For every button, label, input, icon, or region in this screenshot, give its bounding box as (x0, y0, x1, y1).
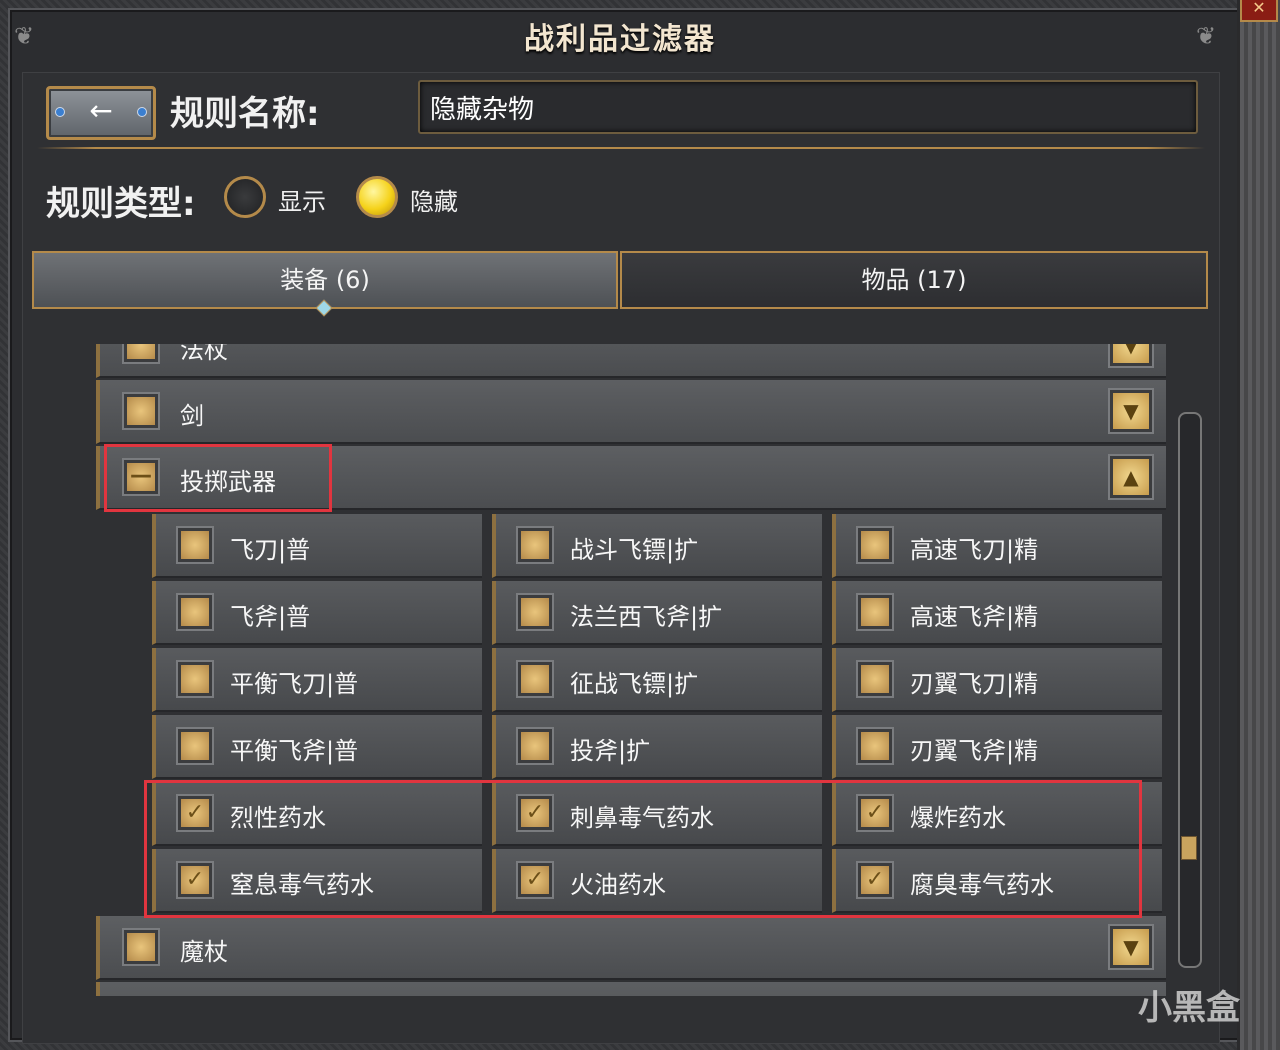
checkbox[interactable] (518, 595, 552, 629)
checkbox[interactable] (858, 662, 892, 696)
checkbox[interactable] (858, 528, 892, 562)
gem-icon (55, 107, 65, 117)
category-row-sword[interactable]: 剑 ▼ (96, 380, 1166, 444)
tab-items[interactable]: 物品 (17) (620, 251, 1208, 309)
item-label: 飞刀|普 (230, 536, 311, 564)
checkbox[interactable] (858, 595, 892, 629)
radio-show[interactable] (224, 176, 266, 218)
item-label: 法兰西飞斧|扩 (570, 603, 723, 631)
close-button[interactable]: ✕ (1240, 0, 1278, 22)
rule-name-label: 规则名称: (170, 94, 320, 134)
item-row[interactable]: 高速飞斧|精 (832, 581, 1162, 645)
item-label: 投斧|扩 (570, 737, 651, 765)
item-row[interactable]: 刃翼飞斧|精 (832, 715, 1162, 779)
item-row[interactable]: 战斗飞镖|扩 (492, 514, 822, 578)
highlight-box (144, 780, 1142, 918)
checkbox[interactable] (518, 729, 552, 763)
item-label: 平衡飞斧|普 (230, 737, 359, 765)
arrow-left-icon: ← (89, 94, 113, 127)
item-label: 刃翼飞斧|精 (910, 737, 1039, 765)
chevron-down-icon[interactable]: ▼ (1110, 926, 1152, 968)
rule-name-input[interactable] (418, 80, 1198, 134)
highlight-box (104, 444, 332, 512)
checkbox[interactable] (178, 528, 212, 562)
category-label: 魔杖 (180, 938, 228, 966)
radio-show-label: 显示 (278, 188, 326, 216)
category-label: 剑 (180, 402, 204, 430)
chevron-down-icon[interactable]: ▼ (1110, 344, 1152, 366)
chevron-up-icon[interactable]: ▲ (1110, 456, 1152, 498)
checkbox[interactable] (858, 729, 892, 763)
radio-hide[interactable] (356, 176, 398, 218)
item-label: 战斗飞镖|扩 (570, 536, 699, 564)
scrollbar-track[interactable] (1178, 412, 1202, 968)
item-row[interactable]: 高速飞刀|精 (832, 514, 1162, 578)
category-row-wand[interactable]: 魔杖 ▼ (96, 916, 1166, 980)
item-label: 刃翼飞刀|精 (910, 670, 1039, 698)
watermark: 小黑盒 (1138, 988, 1240, 1028)
item-row[interactable]: 法兰西飞斧|扩 (492, 581, 822, 645)
checkbox[interactable] (178, 595, 212, 629)
checkbox[interactable] (518, 662, 552, 696)
item-row[interactable]: 飞斧|普 (152, 581, 482, 645)
item-label: 征战飞镖|扩 (570, 670, 699, 698)
item-row[interactable]: 投斧|扩 (492, 715, 822, 779)
rule-type-label: 规则类型: (46, 184, 196, 224)
item-label: 高速飞斧|精 (910, 603, 1039, 631)
item-label: 平衡飞刀|普 (230, 670, 359, 698)
scrollbar-thumb[interactable] (1181, 836, 1197, 860)
checkbox[interactable] (518, 528, 552, 562)
window-title: 战利品过滤器 (524, 22, 716, 57)
category-row-staff[interactable]: 法杖 ▼ (96, 344, 1166, 378)
right-rail (1237, 0, 1280, 1050)
checkbox[interactable] (178, 662, 212, 696)
back-button[interactable]: ← (46, 86, 156, 140)
checkbox[interactable] (124, 344, 158, 362)
item-row[interactable]: 征战飞镖|扩 (492, 648, 822, 712)
checkbox[interactable] (124, 394, 158, 428)
category-row-partial-bottom (96, 982, 1166, 996)
chevron-down-icon[interactable]: ▼ (1110, 390, 1152, 432)
item-label: 高速飞刀|精 (910, 536, 1039, 564)
item-label: 飞斧|普 (230, 603, 311, 631)
category-label: 法杖 (180, 344, 228, 364)
item-row[interactable]: 平衡飞刀|普 (152, 648, 482, 712)
gem-icon (137, 107, 147, 117)
item-row[interactable]: 刃翼飞刀|精 (832, 648, 1162, 712)
radio-hide-label: 隐藏 (410, 188, 458, 216)
item-row[interactable]: 飞刀|普 (152, 514, 482, 578)
close-icon: ✕ (1252, 0, 1266, 17)
item-row[interactable]: 平衡飞斧|普 (152, 715, 482, 779)
checkbox[interactable] (124, 930, 158, 964)
checkbox[interactable] (178, 729, 212, 763)
